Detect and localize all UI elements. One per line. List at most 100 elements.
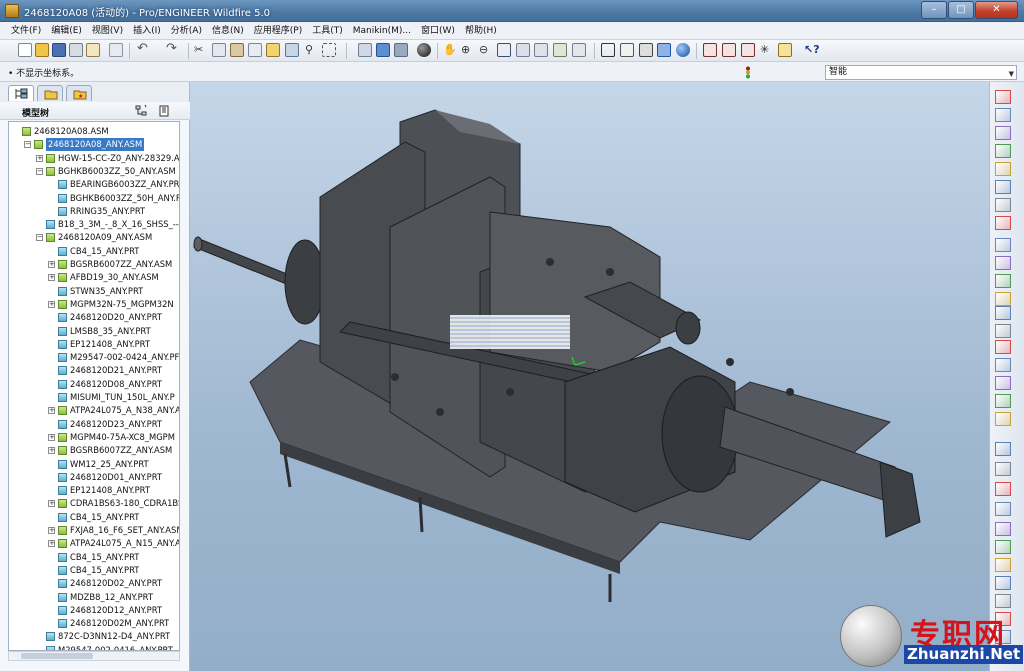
tree-item[interactable]: 2468120D02M_ANY.PRT bbox=[9, 617, 171, 630]
minimize-button[interactable]: – bbox=[921, 1, 947, 19]
pan-hand-icon[interactable]: ✋ bbox=[443, 43, 457, 57]
expand-icon[interactable]: + bbox=[48, 500, 55, 508]
email-icon[interactable] bbox=[86, 43, 100, 57]
expand-icon[interactable]: + bbox=[48, 447, 55, 455]
blend-icon[interactable] bbox=[995, 274, 1011, 288]
expand-icon[interactable]: + bbox=[48, 433, 55, 441]
tree-item[interactable]: EP121408_ANY.PRT bbox=[9, 484, 171, 497]
tree-item[interactable]: + ATPA24L075_A_N38_ANY.A bbox=[9, 404, 179, 417]
proe-app-icon[interactable] bbox=[5, 4, 19, 18]
trim-icon[interactable] bbox=[995, 462, 1011, 476]
annotations-icon[interactable] bbox=[778, 43, 792, 57]
tree-item[interactable]: WM12_25_ANY.PRT bbox=[9, 458, 171, 471]
graphics-window[interactable] bbox=[190, 82, 989, 671]
zoom-in-icon[interactable]: ⊕ bbox=[461, 43, 475, 57]
tree-horizontal-scrollbar[interactable] bbox=[8, 651, 180, 661]
saved-views-icon[interactable] bbox=[534, 43, 548, 57]
copy-icon[interactable] bbox=[212, 43, 226, 57]
menu-info[interactable]: 信息(N) bbox=[207, 22, 249, 40]
datum-axes-icon[interactable] bbox=[722, 43, 736, 57]
zoom-out-icon[interactable]: ⊖ bbox=[479, 43, 493, 57]
tree-item[interactable]: + AFBD19_30_ANY.ASM bbox=[9, 271, 171, 284]
regenerate-icon[interactable] bbox=[266, 43, 280, 57]
regen-manager-icon[interactable] bbox=[285, 43, 299, 57]
open-icon[interactable] bbox=[35, 43, 49, 57]
tree-item[interactable]: EP121408_ANY.PRT bbox=[9, 338, 171, 351]
tree-item[interactable]: LMSB8_35_ANY.PRT bbox=[9, 325, 171, 338]
expand-icon[interactable]: + bbox=[48, 540, 55, 548]
appearance-icon[interactable] bbox=[417, 43, 431, 57]
datum-axis-icon[interactable] bbox=[995, 594, 1011, 608]
menu-view[interactable]: 视图(V) bbox=[87, 22, 128, 40]
tree-item[interactable]: STWN35_ANY.PRT bbox=[9, 285, 171, 298]
extrude-icon[interactable] bbox=[995, 216, 1011, 230]
menu-analysis[interactable]: 分析(A) bbox=[166, 22, 207, 40]
no-hidden-icon[interactable] bbox=[639, 43, 653, 57]
merge-icon[interactable] bbox=[995, 442, 1011, 456]
shading-icon[interactable] bbox=[657, 43, 671, 57]
tree-item[interactable]: 2468120A08.ASM bbox=[9, 125, 171, 138]
tree-hscroll-thumb[interactable] bbox=[21, 653, 93, 659]
datum-plane-icon[interactable] bbox=[995, 558, 1011, 572]
expand-icon[interactable]: + bbox=[48, 261, 55, 268]
new-icon[interactable] bbox=[18, 43, 32, 57]
tree-item[interactable]: 2468120D12_ANY.PRT bbox=[9, 604, 171, 617]
reorient-icon[interactable] bbox=[516, 43, 530, 57]
save-icon[interactable] bbox=[52, 43, 66, 57]
tree-settings-icon[interactable] bbox=[134, 104, 148, 118]
menu-tools[interactable]: 工具(T) bbox=[307, 22, 348, 40]
menu-applications[interactable]: 应用程序(P) bbox=[249, 22, 307, 40]
tree-item[interactable]: M29547-002-0424_ANY.PF bbox=[9, 351, 179, 364]
chamfer-icon[interactable] bbox=[995, 306, 1011, 320]
spin-center-icon[interactable] bbox=[376, 43, 390, 57]
collapse-icon[interactable]: − bbox=[36, 167, 43, 175]
draft-icon[interactable] bbox=[995, 358, 1011, 372]
solidify-icon[interactable] bbox=[995, 540, 1011, 554]
revolve-icon[interactable] bbox=[995, 238, 1011, 252]
expand-icon[interactable]: + bbox=[48, 407, 55, 415]
tab-favorites[interactable]: ★ bbox=[66, 85, 92, 101]
datum-plane-icon[interactable] bbox=[995, 90, 1011, 104]
datum-point-icon[interactable] bbox=[995, 162, 1011, 176]
tree-item[interactable]: − 2468120A08_ANY.ASM bbox=[9, 138, 171, 152]
tree-item[interactable]: 2468120D01_ANY.PRT bbox=[9, 471, 171, 484]
tree-item[interactable]: BEARINGB6003ZZ_ANY.PR bbox=[9, 178, 179, 191]
csys-icon[interactable]: ✳ bbox=[760, 43, 774, 57]
menu-help[interactable]: 帮助(H) bbox=[460, 22, 502, 40]
cad-assembly-model[interactable] bbox=[190, 82, 989, 671]
paste-special-icon[interactable] bbox=[248, 43, 262, 57]
tree-item[interactable]: CB4_15_ANY.PRT bbox=[9, 564, 171, 577]
collapse-icon[interactable]: − bbox=[24, 141, 31, 149]
refit-icon[interactable] bbox=[497, 43, 511, 57]
thicken-icon[interactable] bbox=[995, 522, 1011, 536]
undo-icon[interactable]: ↶ bbox=[137, 42, 151, 57]
menu-manikin[interactable]: Manikin(M)... bbox=[348, 22, 416, 40]
view-manager-icon[interactable] bbox=[572, 43, 586, 57]
expand-icon[interactable]: + bbox=[36, 154, 43, 162]
sketch-icon[interactable] bbox=[995, 576, 1011, 590]
tree-item[interactable]: 872C-D3NN12-D4_ANY.PRT bbox=[9, 630, 171, 643]
mirror-icon[interactable] bbox=[995, 412, 1011, 426]
sketch-icon[interactable] bbox=[995, 108, 1011, 122]
cut-icon[interactable]: ✂ bbox=[194, 43, 208, 57]
tree-item[interactable]: + CDRA1BS63-180_CDRA1BS bbox=[9, 497, 179, 510]
tree-item[interactable]: BGHKB6003ZZ_50H_ANY.P bbox=[9, 192, 179, 205]
datum-axis-icon[interactable] bbox=[995, 126, 1011, 140]
extend-icon[interactable] bbox=[995, 482, 1011, 496]
tree-item[interactable]: − BGHKB6003ZZ_50_ANY.ASM bbox=[9, 165, 176, 178]
datum-planes-icon[interactable] bbox=[703, 43, 717, 57]
traffic-light-icon[interactable] bbox=[744, 66, 752, 79]
analysis-icon[interactable] bbox=[995, 198, 1011, 212]
tree-item[interactable]: 2468120D20_ANY.PRT bbox=[9, 311, 171, 324]
tree-item[interactable]: + BGSRB6007ZZ_ANY.ASM bbox=[9, 258, 172, 271]
window-icon[interactable] bbox=[109, 43, 123, 57]
sweep-icon[interactable] bbox=[995, 256, 1011, 270]
tree-item[interactable]: + MGPM32N-75_MGPM32N bbox=[9, 298, 174, 311]
tree-item[interactable]: B18_3_3M_-_8_X_16_SHSS_--N bbox=[9, 218, 179, 231]
offset-icon[interactable] bbox=[995, 502, 1011, 516]
find-icon[interactable]: ⚲ bbox=[305, 43, 319, 57]
context-help-icon[interactable]: ↖? bbox=[804, 43, 820, 57]
shell-icon[interactable] bbox=[995, 376, 1011, 390]
tree-item[interactable]: CB4_15_ANY.PRT bbox=[9, 511, 171, 524]
tree-item[interactable]: RRING35_ANY.PRT bbox=[9, 205, 171, 218]
